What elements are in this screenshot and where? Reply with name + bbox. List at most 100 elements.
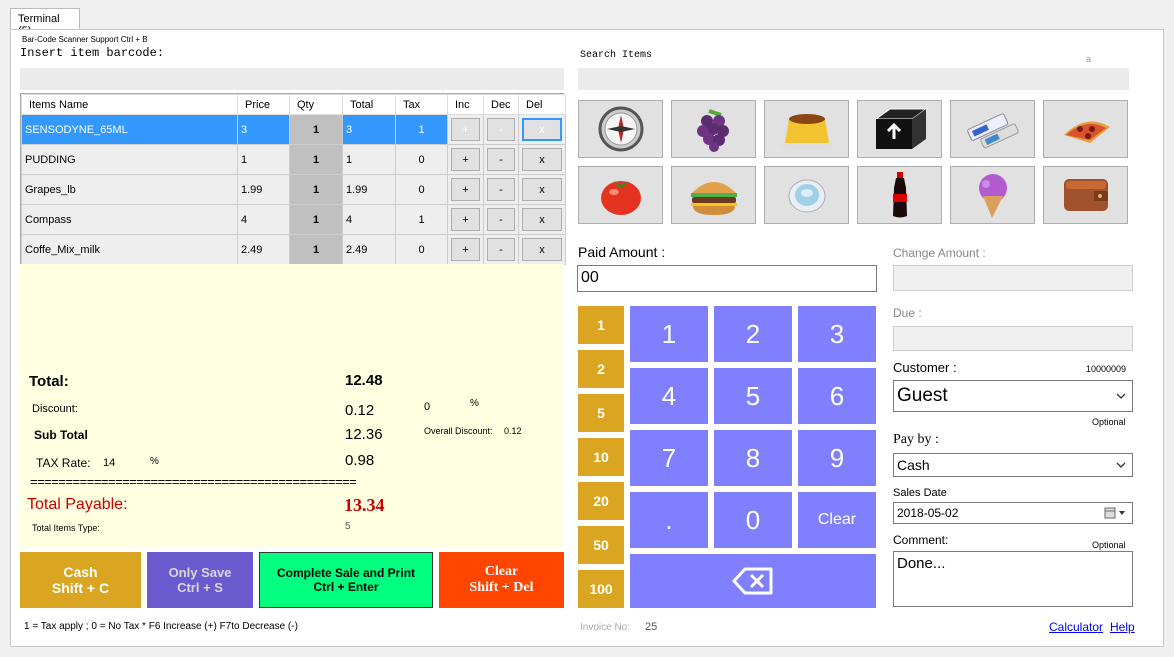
pay-by-select[interactable]: Cash <box>893 453 1133 477</box>
item-tax[interactable]: 0 <box>395 234 448 265</box>
invoice-value: 25 <box>645 621 658 633</box>
items-type-value: 5 <box>345 521 351 532</box>
decrease-button[interactable]: - <box>487 118 515 141</box>
product-box[interactable] <box>857 100 942 158</box>
key-4[interactable]: 4 <box>630 368 708 424</box>
quick-amount-10[interactable]: 10 <box>578 438 624 476</box>
decrease-button[interactable]: - <box>487 238 515 261</box>
only-save-button[interactable]: Only Save Ctrl + S <box>147 552 253 608</box>
barcode-input[interactable] <box>20 68 564 90</box>
paid-amount-input[interactable]: 00 <box>577 265 877 292</box>
increase-button[interactable]: + <box>451 148 480 171</box>
customer-select[interactable]: Guest <box>893 380 1133 412</box>
comment-textarea[interactable]: Done... <box>893 551 1133 607</box>
key-dot[interactable]: . <box>630 492 708 548</box>
key-clear[interactable]: Clear <box>798 492 876 548</box>
table-row[interactable]: Coffe_Mix_milk 2.49 1 2.49 0 + - x <box>21 234 566 265</box>
help-link[interactable]: Help <box>1110 620 1135 634</box>
product-wallet[interactable] <box>1043 166 1128 224</box>
delete-button[interactable]: x <box>522 118 562 141</box>
item-qty[interactable]: 1 <box>289 204 343 235</box>
product-burger[interactable] <box>671 166 756 224</box>
key-0[interactable]: 0 <box>714 492 792 548</box>
item-price: 3 <box>237 114 290 145</box>
key-9[interactable]: 9 <box>798 430 876 486</box>
table-row[interactable]: Compass 4 1 4 1 + - x <box>21 204 566 235</box>
key-6[interactable]: 6 <box>798 368 876 424</box>
item-total: 2.49 <box>342 234 396 265</box>
quick-amount-100[interactable]: 100 <box>578 570 624 608</box>
delete-button[interactable]: x <box>522 148 562 171</box>
product-cola[interactable] <box>857 166 942 224</box>
product-grapes[interactable] <box>671 100 756 158</box>
increase-button[interactable]: + <box>451 208 480 231</box>
decrease-button[interactable]: - <box>487 178 515 201</box>
key-5[interactable]: 5 <box>714 368 792 424</box>
product-tomato[interactable] <box>578 166 663 224</box>
grapes-icon <box>696 109 729 152</box>
paid-amount-label: Paid Amount : <box>578 244 666 260</box>
overall-discount-label: Overall Discount: <box>424 426 493 436</box>
calculator-link[interactable]: Calculator <box>1049 620 1103 634</box>
item-qty[interactable]: 1 <box>289 174 343 205</box>
sales-date-picker[interactable]: 2018-05-02 <box>893 502 1133 524</box>
comment-label: Comment: <box>893 533 949 547</box>
item-qty[interactable]: 1 <box>289 234 343 265</box>
table-row[interactable]: SENSODYNE_65ML 3 1 3 1 + - x <box>21 114 566 145</box>
item-name: Coffe_Mix_milk <box>21 234 238 265</box>
key-3[interactable]: 3 <box>798 306 876 362</box>
product-pudding[interactable] <box>764 100 849 158</box>
item-tax[interactable]: 1 <box>395 114 448 145</box>
delete-button[interactable]: x <box>522 238 562 261</box>
product-toothpaste[interactable] <box>950 100 1035 158</box>
search-input[interactable] <box>578 68 1129 90</box>
total-payable-label: Total Payable: <box>27 496 128 513</box>
item-qty[interactable]: 1 <box>289 144 343 175</box>
increase-button[interactable]: + <box>451 238 480 261</box>
clear-button[interactable]: Clear Shift + Del <box>439 552 564 608</box>
quick-amount-50[interactable]: 50 <box>578 526 624 564</box>
quick-amount-5[interactable]: 5 <box>578 394 624 432</box>
col-total: Total <box>342 94 396 115</box>
item-qty[interactable]: 1 <box>289 114 343 145</box>
increase-button[interactable]: + <box>451 118 480 141</box>
col-qty: Qty <box>289 94 343 115</box>
barcode-label: Insert item barcode: <box>20 46 165 60</box>
product-coffee-cup[interactable] <box>764 166 849 224</box>
product-compass[interactable] <box>578 100 663 158</box>
table-row[interactable]: Grapes_lb 1.99 1 1.99 0 + - x <box>21 174 566 205</box>
box-icon <box>873 108 928 149</box>
comment-optional: Optional <box>1092 540 1126 550</box>
key-2[interactable]: 2 <box>714 306 792 362</box>
tax-rate-label: TAX Rate: <box>36 456 91 470</box>
item-tax[interactable]: 0 <box>395 174 448 205</box>
product-ice-cream[interactable] <box>950 166 1035 224</box>
complete-sale-button[interactable]: Complete Sale and Print Ctrl + Enter <box>259 552 433 608</box>
customer-id: 10000009 <box>1086 364 1127 374</box>
quick-amount-1[interactable]: 1 <box>578 306 624 344</box>
backspace-button[interactable] <box>630 554 876 608</box>
table-row[interactable]: PUDDING 1 1 1 0 + - x <box>21 144 566 175</box>
item-tax[interactable]: 1 <box>395 204 448 235</box>
item-tax[interactable]: 0 <box>395 144 448 175</box>
delete-button[interactable]: x <box>522 178 562 201</box>
key-1[interactable]: 1 <box>630 306 708 362</box>
tax-rate-input[interactable]: 14 <box>103 457 115 469</box>
invoice-label: Invoice No: <box>580 622 631 633</box>
tab-terminal[interactable]: Terminal (5) <box>10 8 80 37</box>
col-price: Price <box>237 94 290 115</box>
key-7[interactable]: 7 <box>630 430 708 486</box>
cash-button[interactable]: Cash Shift + C <box>20 552 141 608</box>
col-tax: Tax <box>395 94 448 115</box>
change-amount-label: Change Amount : <box>893 246 986 260</box>
separator: ========================================… <box>30 474 357 489</box>
quick-amount-2[interactable]: 2 <box>578 350 624 388</box>
quick-amount-20[interactable]: 20 <box>578 482 624 520</box>
decrease-button[interactable]: - <box>487 208 515 231</box>
increase-button[interactable]: + <box>451 178 480 201</box>
product-pizza[interactable] <box>1043 100 1128 158</box>
delete-button[interactable]: x <box>522 208 562 231</box>
decrease-button[interactable]: - <box>487 148 515 171</box>
discount-pct-input[interactable]: 0 <box>424 401 430 413</box>
key-8[interactable]: 8 <box>714 430 792 486</box>
